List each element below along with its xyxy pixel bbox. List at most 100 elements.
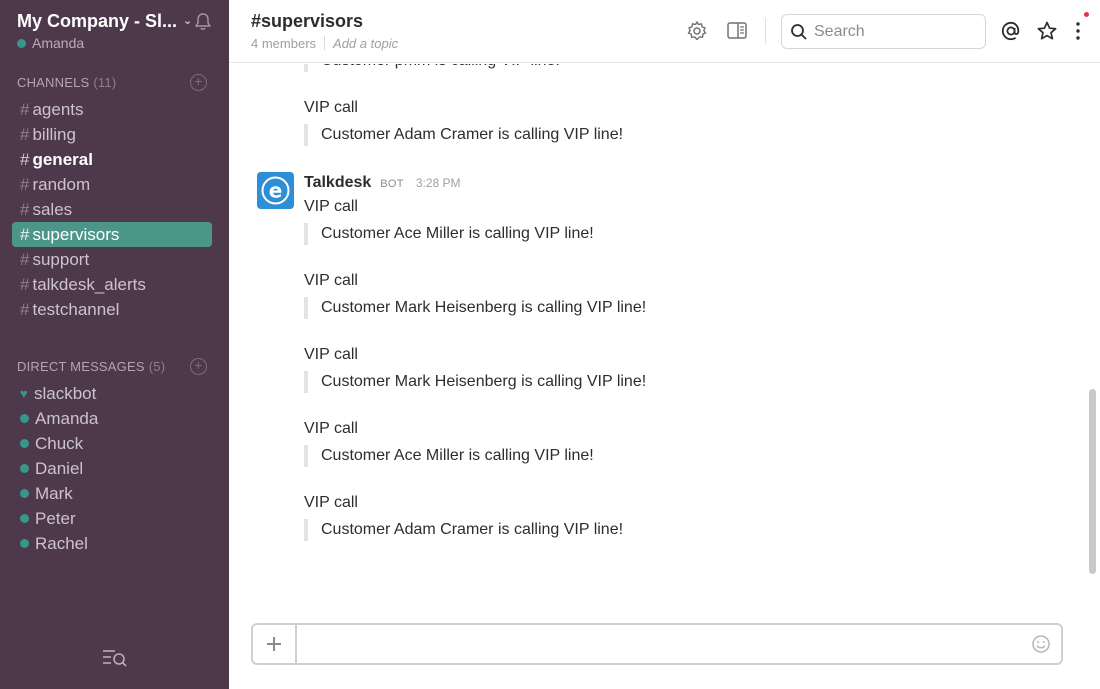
channel-name: sales xyxy=(32,200,73,219)
search-box[interactable] xyxy=(781,14,986,49)
team-name-label: My Company - Sl... xyxy=(17,11,178,31)
channel-name: agents xyxy=(32,100,84,119)
current-user[interactable]: Amanda xyxy=(17,35,84,51)
channel-name: general xyxy=(32,150,93,169)
dm-name: Chuck xyxy=(35,434,84,453)
presence-active-icon xyxy=(20,464,29,473)
direct-messages-count: (5) xyxy=(148,359,166,374)
sidebar-dm-chuck[interactable]: Chuck xyxy=(12,431,212,456)
bot-badge: BOT xyxy=(380,178,404,190)
hash-icon: # xyxy=(20,200,30,219)
hash-icon: # xyxy=(20,225,30,244)
bell-icon[interactable] xyxy=(193,12,213,32)
hash-icon: # xyxy=(20,150,30,169)
sender-name[interactable]: Talkdesk xyxy=(304,174,371,192)
sidebar-dm-peter[interactable]: Peter xyxy=(12,506,212,531)
direct-messages-header-label: DIRECT MESSAGES xyxy=(17,359,145,374)
direct-messages-header[interactable]: DIRECT MESSAGES (5) + xyxy=(17,358,212,375)
hash-icon: # xyxy=(20,100,30,119)
channels-header[interactable]: CHANNELS (11) + xyxy=(17,74,212,91)
dm-name: Mark xyxy=(35,484,73,503)
attach-button[interactable] xyxy=(253,625,297,663)
attachment-text: Customer Mark Heisenberg is calling VIP … xyxy=(304,371,1004,393)
team-menu[interactable]: My Company - Sl... ⌄ xyxy=(17,9,217,33)
sidebar-channel-supervisors[interactable]: # supervisors xyxy=(12,222,212,247)
message-pane: Customer pmm is calling VIP line! VIP ca… xyxy=(229,64,1087,620)
channel-name: support xyxy=(32,250,90,269)
hash-icon: # xyxy=(20,125,30,144)
attachment-text: Customer Adam Cramer is calling VIP line… xyxy=(304,519,1004,541)
channel-list: # agents # billing # general # random # sales # sup… xyxy=(12,97,212,322)
message-header: Talkdesk BOT 3:28 PM xyxy=(304,174,461,192)
gear-icon[interactable] xyxy=(686,20,708,42)
message-text: VIP call xyxy=(304,198,358,215)
presence-active-icon xyxy=(17,38,26,48)
channel-name: supervisors xyxy=(32,225,120,244)
quick-switcher-icon[interactable] xyxy=(101,646,129,670)
channel-title[interactable]: #supervisors xyxy=(251,11,363,32)
channel-name: testchannel xyxy=(32,300,120,319)
message-text: VIP call xyxy=(304,346,358,363)
talkdesk-avatar[interactable]: e xyxy=(257,172,294,209)
notification-dot xyxy=(1084,12,1089,17)
sidebar-channel-agents[interactable]: # agents xyxy=(12,97,212,122)
team-name[interactable]: My Company - Sl... ⌄ xyxy=(17,9,192,33)
sidebar-dm-daniel[interactable]: Daniel xyxy=(12,456,212,481)
sidebar-channel-testchannel[interactable]: # testchannel xyxy=(12,297,212,322)
add-topic-link[interactable]: Add a topic xyxy=(333,36,398,51)
mentions-icon[interactable] xyxy=(1000,20,1022,42)
dm-name: Rachel xyxy=(35,534,88,553)
sidebar-channel-billing[interactable]: # billing xyxy=(12,122,212,147)
sidebar-channel-talkdesk-alerts[interactable]: # talkdesk_alerts xyxy=(12,272,212,297)
chevron-down-icon: ⌄ xyxy=(183,15,193,27)
sidebar-dm-mark[interactable]: Mark xyxy=(12,481,212,506)
svg-text:e: e xyxy=(269,179,283,203)
channel-name: billing xyxy=(32,125,76,144)
sidebar-channel-sales[interactable]: # sales xyxy=(12,197,212,222)
add-dm-icon[interactable]: + xyxy=(190,358,207,375)
current-user-name: Amanda xyxy=(32,35,85,51)
presence-active-icon xyxy=(20,539,29,548)
dm-list: ♥ slackbot Amanda Chuck Daniel Mark Peter Rache… xyxy=(12,381,212,556)
presence-active-icon xyxy=(20,439,29,448)
message-attachment: VIP call Customer Adam Cramer is calling… xyxy=(304,98,1004,146)
message-attachment: Customer pmm is calling VIP line! xyxy=(304,64,1004,72)
dm-name: Daniel xyxy=(35,459,84,478)
scrollbar-thumb[interactable] xyxy=(1089,389,1096,574)
emoji-icon xyxy=(1032,635,1050,653)
header-divider xyxy=(765,18,766,44)
more-options-icon[interactable] xyxy=(1067,20,1089,42)
sidebar: My Company - Sl... ⌄ Amanda CHANNELS (11… xyxy=(0,0,229,689)
member-count[interactable]: 4 members xyxy=(251,36,316,51)
star-icon[interactable] xyxy=(1036,20,1058,42)
message-text: VIP call xyxy=(304,420,358,437)
sidebar-channel-general[interactable]: # general xyxy=(12,147,212,172)
sidebar-channel-support[interactable]: # support xyxy=(12,247,212,272)
sidebar-channel-random[interactable]: # random xyxy=(12,172,212,197)
hash-icon: # xyxy=(20,175,30,194)
presence-active-icon xyxy=(20,514,29,523)
meta-divider xyxy=(324,36,326,50)
emoji-button[interactable] xyxy=(1021,625,1061,663)
attachment-text: Customer Adam Cramer is calling VIP line… xyxy=(304,124,1004,146)
message-timestamp[interactable]: 3:28 PM xyxy=(416,176,461,190)
message-attachment: VIP call Customer Ace Miller is calling V… xyxy=(304,419,1004,467)
add-channel-icon[interactable]: + xyxy=(190,74,207,91)
message-input[interactable] xyxy=(297,625,1021,663)
message-text: VIP call xyxy=(304,494,358,511)
channel-meta: 4 members Add a topic xyxy=(251,36,398,51)
sidebar-dm-amanda[interactable]: Amanda xyxy=(12,406,212,431)
sidebar-dm-slackbot[interactable]: ♥ slackbot xyxy=(12,381,212,406)
search-input[interactable] xyxy=(814,22,974,41)
hash-icon: # xyxy=(20,300,30,319)
sidebar-toggle-icon[interactable] xyxy=(726,20,748,42)
message-text: VIP call xyxy=(304,272,358,289)
message-text: VIP call xyxy=(304,99,358,116)
heart-icon: ♥ xyxy=(20,386,28,401)
dm-name: Amanda xyxy=(35,409,99,428)
plus-icon xyxy=(267,637,281,651)
channel-name: random xyxy=(32,175,91,194)
attachment-text: Customer Ace Miller is calling VIP line! xyxy=(304,223,1004,245)
sidebar-dm-rachel[interactable]: Rachel xyxy=(12,531,212,556)
message-attachment: VIP call Customer Ace Miller is calling V… xyxy=(304,197,1004,245)
